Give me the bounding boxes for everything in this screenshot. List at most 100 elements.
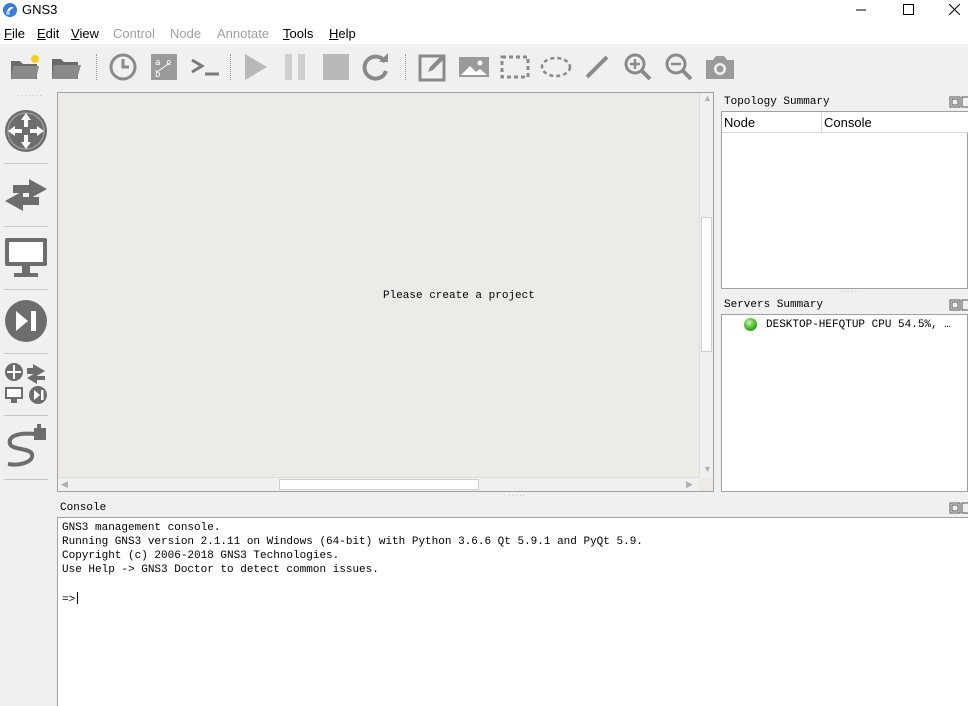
toolbar-separator (405, 54, 408, 80)
dock-resize-grip[interactable]: ····· (508, 491, 526, 500)
maximize-icon (902, 3, 914, 15)
vertical-scroll-thumb[interactable] (701, 217, 712, 352)
show-interface-labels-button[interactable]: a c b (147, 50, 181, 84)
dock-separator (4, 289, 48, 290)
canvas-vertical-scrollbar[interactable]: ▲ ▼ (699, 93, 713, 477)
console-output[interactable]: GNS3 management console. Running GNS3 ve… (57, 517, 968, 706)
toolbar-separator (96, 54, 99, 80)
server-status-icon (744, 318, 757, 331)
console-all-button[interactable] (188, 50, 222, 84)
menu-help[interactable]: Help (329, 26, 356, 41)
end-devices-icon (5, 238, 47, 277)
add-note-button[interactable] (416, 50, 450, 84)
all-devices-icon (5, 363, 47, 404)
draw-line-icon (585, 55, 609, 79)
servers-summary-title: Servers Summary (724, 299, 824, 311)
dock-float-close-icon[interactable] (949, 96, 968, 108)
zoom-in-icon (624, 53, 652, 81)
dock-separator (4, 226, 48, 227)
menu-view[interactable]: View (71, 26, 99, 41)
server-info: DESKTOP-HEFQTUP CPU 54.5%, … (766, 318, 951, 331)
dock-grip[interactable]: ······· (17, 91, 43, 100)
text-cursor (77, 592, 79, 604)
console-prompt: => (62, 594, 76, 606)
browse-all-devices-button[interactable] (2, 357, 50, 409)
menu-tools[interactable]: Tools (283, 26, 313, 41)
draw-ellipse-button[interactable] (539, 50, 573, 84)
dock-separator (4, 415, 48, 416)
minimize-icon (855, 9, 866, 10)
title-bar: GNS3 (0, 0, 968, 22)
suspend-all-button[interactable] (278, 50, 312, 84)
canvas-horizontal-scrollbar[interactable]: ◀ ▶ (58, 477, 699, 491)
start-all-icon (245, 54, 267, 80)
create-project-message: Please create a project (383, 290, 535, 302)
scroll-left-arrow-icon[interactable]: ◀ (61, 479, 68, 490)
insert-picture-button[interactable] (457, 50, 491, 84)
menu-control[interactable]: Control (113, 26, 155, 41)
dock-separator (4, 479, 48, 480)
topology-canvas[interactable]: Please create a project ▲ ▼ ◀ ▶ (57, 92, 714, 492)
scroll-right-arrow-icon[interactable]: ▶ (686, 479, 693, 490)
snapshot-button[interactable] (106, 50, 140, 84)
menu-annotate[interactable]: Annotate (217, 26, 269, 41)
draw-rectangle-icon (500, 55, 530, 79)
menu-node[interactable]: Node (170, 26, 201, 41)
draw-ellipse-icon (540, 56, 572, 78)
horizontal-scroll-thumb[interactable] (279, 479, 479, 490)
reload-all-icon (362, 53, 388, 81)
new-project-icon (11, 55, 39, 79)
topology-summary-panel: Node Console (721, 111, 968, 289)
dock-float-close-icon[interactable] (949, 502, 968, 514)
devices-toolbar: ······· (0, 91, 56, 706)
toolbar-separator (230, 54, 233, 80)
browse-switches-button[interactable] (2, 169, 50, 221)
console-line: GNS3 management console. (62, 522, 221, 534)
menu-edit[interactable]: Edit (37, 26, 59, 41)
screenshot-button[interactable] (703, 50, 737, 84)
snapshot-icon (109, 53, 137, 81)
menu-file[interactable]: File (4, 26, 25, 41)
node-column-header[interactable]: Node (724, 115, 755, 130)
browse-end-devices-button[interactable] (2, 231, 50, 283)
new-project-button[interactable] (8, 50, 42, 84)
close-button[interactable] (931, 0, 968, 18)
console-title: Console (60, 502, 107, 514)
open-project-button[interactable] (49, 50, 83, 84)
draw-rectangle-button[interactable] (498, 50, 532, 84)
maximize-button[interactable] (885, 0, 931, 18)
scroll-up-arrow-icon[interactable]: ▲ (703, 93, 712, 103)
scroll-down-arrow-icon[interactable]: ▼ (703, 464, 712, 474)
browse-security-devices-button[interactable] (2, 295, 50, 347)
draw-line-button[interactable] (580, 50, 614, 84)
minimize-button[interactable] (838, 0, 884, 18)
insert-picture-icon (459, 57, 489, 77)
zoom-out-button[interactable] (662, 50, 696, 84)
screenshot-icon (706, 56, 734, 79)
topology-table-header: Node Console (722, 112, 968, 133)
security-devices-icon (5, 300, 47, 342)
menu-bar: File Edit View Control Node Annotate Too… (0, 22, 968, 44)
open-project-icon (52, 59, 81, 79)
column-divider[interactable] (821, 112, 822, 133)
console-column-header[interactable]: Console (824, 115, 872, 130)
console-line: Use Help -> GNS3 Doctor to detect common… (62, 564, 379, 576)
server-row[interactable]: DESKTOP-HEFQTUP CPU 54.5%, … (744, 318, 951, 331)
dock-float-close-icon[interactable] (949, 299, 968, 311)
dock-separator (4, 353, 48, 354)
console-prompt-line[interactable]: => (62, 592, 79, 606)
add-link-button[interactable] (2, 421, 50, 473)
gns3-logo-icon (3, 3, 17, 17)
zoom-in-button[interactable] (621, 50, 655, 84)
reload-all-button[interactable] (359, 50, 393, 84)
servers-summary-panel: DESKTOP-HEFQTUP CPU 54.5%, … (721, 314, 968, 492)
window-title: GNS3 (22, 2, 58, 17)
add-note-icon (418, 54, 446, 82)
dock-resize-grip[interactable]: ····· (840, 287, 858, 296)
start-all-button[interactable] (238, 50, 272, 84)
add-link-icon (7, 424, 46, 467)
main-toolbar: a c b (0, 44, 968, 91)
stop-all-button[interactable] (319, 50, 353, 84)
browse-routers-button[interactable] (2, 105, 50, 157)
routers-icon (5, 110, 47, 152)
